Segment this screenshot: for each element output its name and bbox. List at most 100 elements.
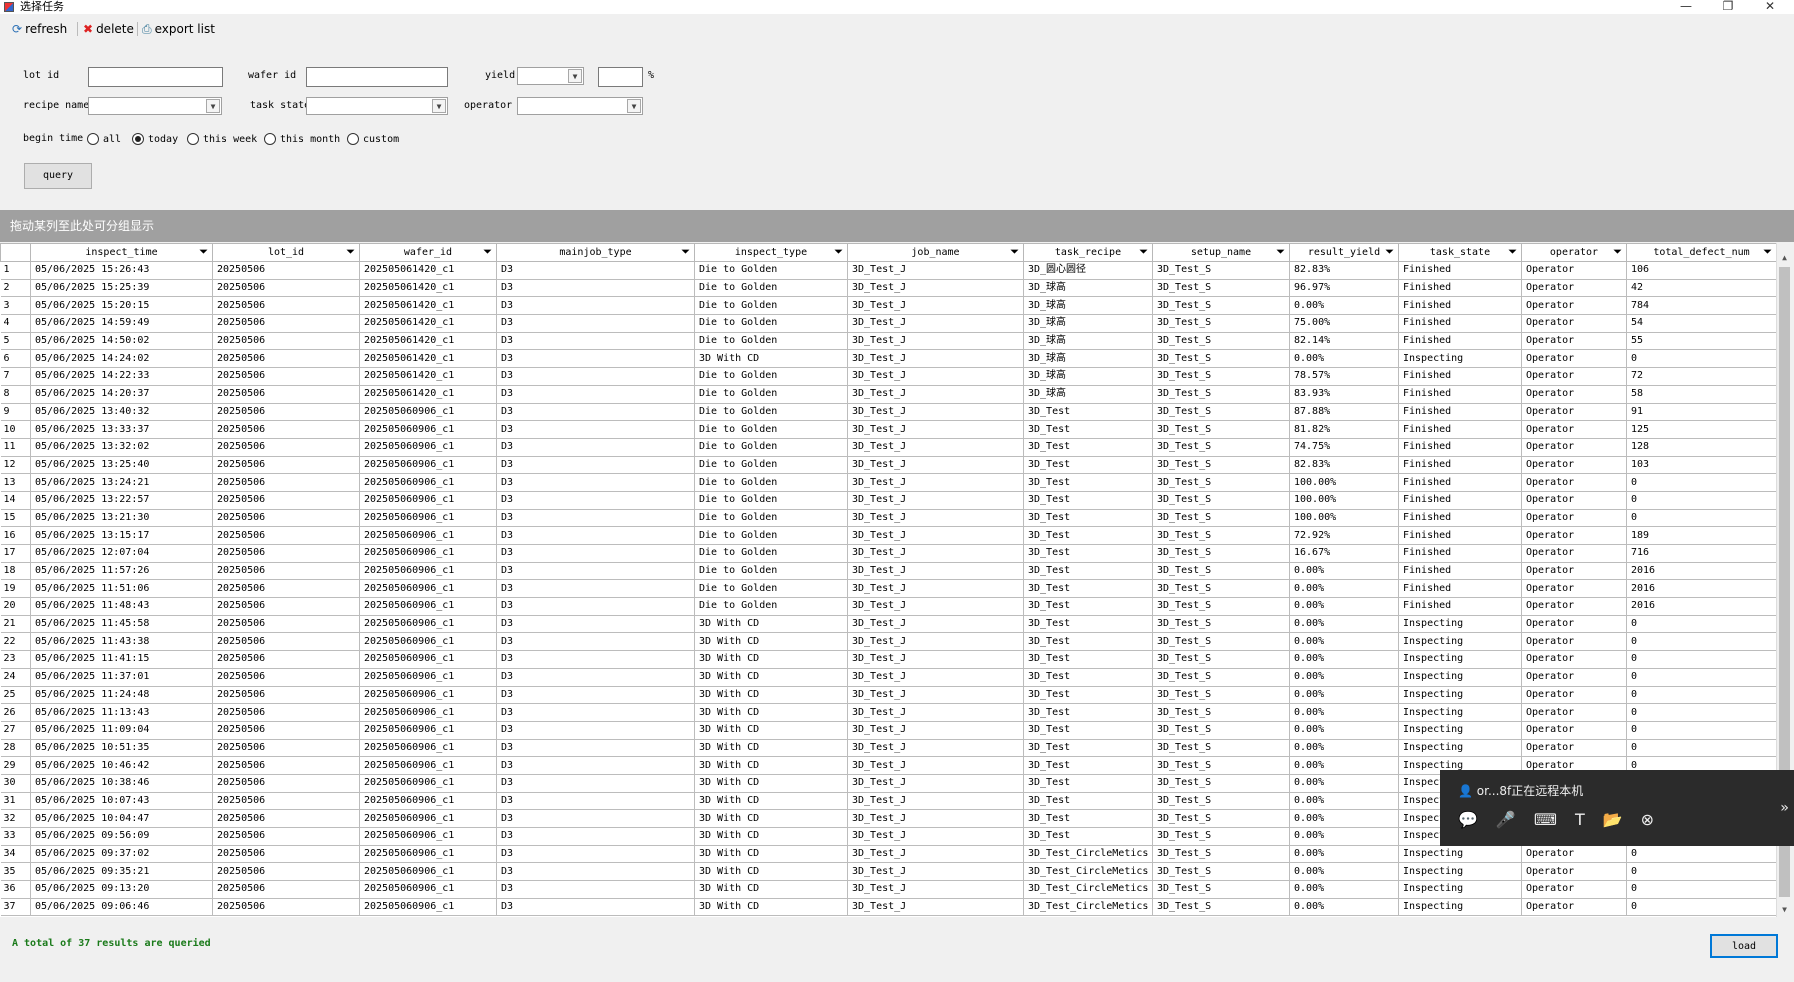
cell-total-defect-num[interactable]: 54 bbox=[1626, 314, 1776, 333]
cell-wafer-id[interactable]: 202505060906_c1 bbox=[359, 562, 497, 581]
cell-task-state[interactable]: Finished bbox=[1398, 296, 1522, 316]
cell-task-recipe[interactable]: 3D_Test bbox=[1023, 544, 1153, 563]
cell-task-recipe[interactable]: 3D_Test bbox=[1023, 809, 1153, 828]
cell-total-defect-num[interactable]: 2016 bbox=[1626, 562, 1776, 581]
cell-task-recipe[interactable]: 3D_Test bbox=[1023, 438, 1153, 457]
cell-result-yield[interactable]: 82.83% bbox=[1289, 261, 1399, 280]
cell-operator[interactable]: Operator bbox=[1521, 845, 1627, 864]
cell-wafer-id[interactable]: 202505060906_c1 bbox=[359, 756, 497, 775]
cell-task-recipe[interactable]: 3D_球高 bbox=[1023, 296, 1153, 316]
cell-result-yield[interactable]: 100.00% bbox=[1289, 509, 1399, 528]
cell-wafer-id[interactable]: 202505060906_c1 bbox=[359, 739, 497, 758]
cell-inspect-type[interactable]: 3D With CD bbox=[694, 809, 848, 828]
cell-total-defect-num[interactable]: 0 bbox=[1626, 668, 1776, 687]
table-row[interactable]: 14 05/06/2025 13:22:57 20250506 20250506090… bbox=[0, 491, 1776, 510]
cell-job-name[interactable]: 3D_Test_J bbox=[847, 845, 1024, 864]
cell-inspect-time[interactable]: 05/06/2025 10:46:42 bbox=[30, 756, 213, 775]
filter-icon[interactable]: ⏷ bbox=[346, 245, 355, 259]
cell-task-recipe[interactable]: 3D_Test_CircleMetics bbox=[1023, 845, 1153, 864]
filter-icon[interactable]: ⏷ bbox=[1010, 245, 1019, 259]
cell-task-recipe[interactable]: 3D_Test bbox=[1023, 403, 1153, 422]
cell-inspect-time[interactable]: 05/06/2025 14:24:02 bbox=[30, 349, 213, 369]
cell-inspect-time[interactable]: 05/06/2025 10:51:35 bbox=[30, 739, 213, 758]
cell-lot-id[interactable]: 20250506 bbox=[212, 827, 360, 846]
cell-inspect-time[interactable]: 05/06/2025 09:56:09 bbox=[30, 827, 213, 846]
cell-mainjob-type[interactable]: D3 bbox=[496, 845, 695, 864]
cell-operator[interactable]: Operator bbox=[1521, 509, 1627, 528]
cell-inspect-time[interactable]: 05/06/2025 14:59:49 bbox=[30, 314, 213, 333]
cell-operator[interactable]: Operator bbox=[1521, 862, 1627, 882]
cell-setup-name[interactable]: 3D_Test_S bbox=[1152, 862, 1290, 882]
cell-task-state[interactable]: Finished bbox=[1398, 261, 1522, 280]
cell-wafer-id[interactable]: 202505060906_c1 bbox=[359, 721, 497, 740]
cell-task-recipe[interactable]: 3D_球高 bbox=[1023, 332, 1153, 351]
cell-job-name[interactable]: 3D_Test_J bbox=[847, 438, 1024, 457]
cell-mainjob-type[interactable]: D3 bbox=[496, 632, 695, 652]
cell-lot-id[interactable]: 20250506 bbox=[212, 703, 360, 722]
cell-operator[interactable]: Operator bbox=[1521, 579, 1627, 599]
scroll-up-icon[interactable]: ▲ bbox=[1778, 251, 1791, 265]
row-number[interactable]: 8 bbox=[0, 385, 31, 404]
cell-total-defect-num[interactable]: 128 bbox=[1626, 438, 1776, 457]
cell-task-recipe[interactable]: 3D_球高 bbox=[1023, 314, 1153, 333]
cell-result-yield[interactable]: 75.00% bbox=[1289, 314, 1399, 333]
table-row[interactable]: 36 05/06/2025 09:13:20 20250506 20250506090… bbox=[0, 880, 1776, 899]
cell-inspect-type[interactable]: Die to Golden bbox=[694, 544, 848, 563]
cell-mainjob-type[interactable]: D3 bbox=[496, 668, 695, 687]
file-transfer-icon[interactable]: 📂 bbox=[1603, 810, 1623, 829]
row-number[interactable]: 32 bbox=[0, 809, 31, 828]
table-row[interactable]: 22 05/06/2025 11:43:38 20250506 20250506090… bbox=[0, 632, 1776, 652]
cell-result-yield[interactable]: 0.00% bbox=[1289, 809, 1399, 828]
cell-wafer-id[interactable]: 202505060906_c1 bbox=[359, 774, 497, 793]
cell-inspect-type[interactable]: Die to Golden bbox=[694, 403, 848, 422]
cell-result-yield[interactable]: 74.75% bbox=[1289, 438, 1399, 457]
cell-job-name[interactable]: 3D_Test_J bbox=[847, 526, 1024, 545]
cell-mainjob-type[interactable]: D3 bbox=[496, 367, 695, 386]
begin-time-today-radio[interactable]: today bbox=[132, 133, 178, 145]
cell-task-state[interactable]: Finished bbox=[1398, 473, 1522, 492]
cell-setup-name[interactable]: 3D_Test_S bbox=[1152, 650, 1290, 669]
cell-task-state[interactable]: Inspecting bbox=[1398, 668, 1522, 687]
cell-wafer-id[interactable]: 202505061420_c1 bbox=[359, 332, 497, 351]
load-button[interactable]: load bbox=[1710, 934, 1778, 958]
row-number[interactable]: 33 bbox=[0, 827, 31, 846]
cell-wafer-id[interactable]: 202505061420_c1 bbox=[359, 314, 497, 333]
cell-mainjob-type[interactable]: D3 bbox=[496, 792, 695, 811]
cell-setup-name[interactable]: 3D_Test_S bbox=[1152, 509, 1290, 528]
cell-inspect-time[interactable]: 05/06/2025 13:32:02 bbox=[30, 438, 213, 457]
cell-setup-name[interactable]: 3D_Test_S bbox=[1152, 296, 1290, 316]
cell-total-defect-num[interactable]: 0 bbox=[1626, 686, 1776, 705]
cell-setup-name[interactable]: 3D_Test_S bbox=[1152, 845, 1290, 864]
row-number[interactable]: 21 bbox=[0, 615, 31, 634]
cell-total-defect-num[interactable]: 55 bbox=[1626, 332, 1776, 351]
cell-job-name[interactable]: 3D_Test_J bbox=[847, 261, 1024, 280]
cell-setup-name[interactable]: 3D_Test_S bbox=[1152, 562, 1290, 581]
cell-inspect-type[interactable]: Die to Golden bbox=[694, 367, 848, 386]
cell-task-state[interactable]: Finished bbox=[1398, 526, 1522, 545]
cell-task-recipe[interactable]: 3D_Test bbox=[1023, 420, 1153, 439]
cell-mainjob-type[interactable]: D3 bbox=[496, 650, 695, 669]
task-state-select[interactable]: ▼ bbox=[306, 97, 448, 115]
cell-inspect-type[interactable]: Die to Golden bbox=[694, 332, 848, 351]
cell-inspect-time[interactable]: 05/06/2025 13:22:57 bbox=[30, 491, 213, 510]
cell-total-defect-num[interactable]: 0 bbox=[1626, 349, 1776, 369]
column-header-inspect-type[interactable]: inspect_type ⏷ bbox=[694, 243, 848, 262]
cell-task-recipe[interactable]: 3D_Test bbox=[1023, 650, 1153, 669]
cell-total-defect-num[interactable]: 0 bbox=[1626, 632, 1776, 652]
cell-task-recipe[interactable]: 3D_Test bbox=[1023, 721, 1153, 740]
cell-job-name[interactable]: 3D_Test_J bbox=[847, 367, 1024, 386]
cell-job-name[interactable]: 3D_Test_J bbox=[847, 792, 1024, 811]
row-number[interactable]: 17 bbox=[0, 544, 31, 563]
cell-task-recipe[interactable]: 3D_Test bbox=[1023, 632, 1153, 652]
cell-inspect-type[interactable]: 3D With CD bbox=[694, 862, 848, 882]
cell-job-name[interactable]: 3D_Test_J bbox=[847, 774, 1024, 793]
cell-setup-name[interactable]: 3D_Test_S bbox=[1152, 703, 1290, 722]
cell-result-yield[interactable]: 100.00% bbox=[1289, 473, 1399, 492]
cell-mainjob-type[interactable]: D3 bbox=[496, 756, 695, 775]
cell-setup-name[interactable]: 3D_Test_S bbox=[1152, 314, 1290, 333]
cell-wafer-id[interactable]: 202505060906_c1 bbox=[359, 827, 497, 846]
cell-result-yield[interactable]: 81.82% bbox=[1289, 420, 1399, 439]
table-row[interactable]: 21 05/06/2025 11:45:58 20250506 20250506090… bbox=[0, 615, 1776, 634]
table-row[interactable]: 18 05/06/2025 11:57:26 20250506 20250506090… bbox=[0, 562, 1776, 581]
cell-job-name[interactable]: 3D_Test_J bbox=[847, 809, 1024, 828]
